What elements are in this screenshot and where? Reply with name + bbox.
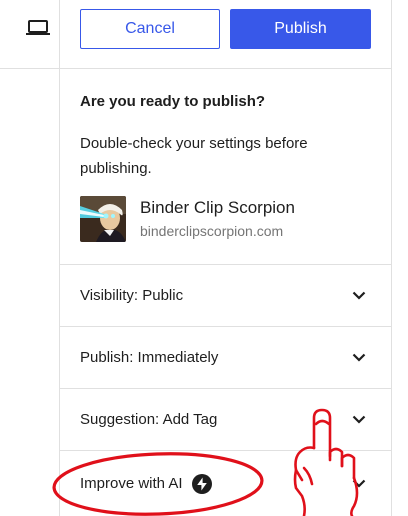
header-divider xyxy=(60,68,392,69)
site-url: binderclipscorpion.com xyxy=(140,223,284,239)
site-name: Binder Clip Scorpion xyxy=(140,198,295,217)
panel-visibility-label: Visibility: Public xyxy=(80,287,184,304)
panel-publish-date-label: Publish: Immediately xyxy=(80,349,219,366)
panel-improve-with-ai[interactable]: Improve with AI xyxy=(60,450,392,516)
editor-toolbar-strip xyxy=(0,0,59,516)
panel-publish-date[interactable]: Publish: Immediately xyxy=(60,326,392,388)
scrollbar-track[interactable] xyxy=(392,0,408,516)
publish-panel: Cancel Publish Are you ready to publish?… xyxy=(59,0,392,516)
jetpack-bolt-icon xyxy=(191,473,212,494)
chevron-down-icon[interactable] xyxy=(352,479,366,488)
prepublish-title: Are you ready to publish? xyxy=(80,93,266,110)
panel-improve-with-ai-label: Improve with AI xyxy=(80,475,183,492)
site-info: Binder Clip Scorpion binderclipscorpion.… xyxy=(140,197,295,241)
site-card: Binder Clip Scorpion binderclipscorpion.… xyxy=(80,196,295,242)
site-icon xyxy=(80,196,126,242)
publish-panel-header: Cancel Publish xyxy=(80,9,371,49)
editor-screen: Cancel Publish Are you ready to publish?… xyxy=(0,0,408,516)
chevron-down-icon[interactable] xyxy=(352,353,366,362)
chevron-down-icon[interactable] xyxy=(352,291,366,300)
laptop-icon[interactable] xyxy=(25,20,51,36)
prepublish-description: Double-check your settings before publis… xyxy=(80,135,308,177)
cancel-button[interactable]: Cancel xyxy=(80,9,220,49)
panel-suggestion-label: Suggestion: Add Tag xyxy=(80,411,218,428)
panel-improve-with-ai-label-wrap: Improve with AI xyxy=(80,473,212,494)
publish-button[interactable]: Publish xyxy=(230,9,371,49)
panel-suggestion[interactable]: Suggestion: Add Tag xyxy=(60,388,392,450)
toolbar-divider xyxy=(0,68,59,69)
panel-visibility[interactable]: Visibility: Public xyxy=(60,264,392,326)
chevron-down-icon[interactable] xyxy=(352,415,366,424)
